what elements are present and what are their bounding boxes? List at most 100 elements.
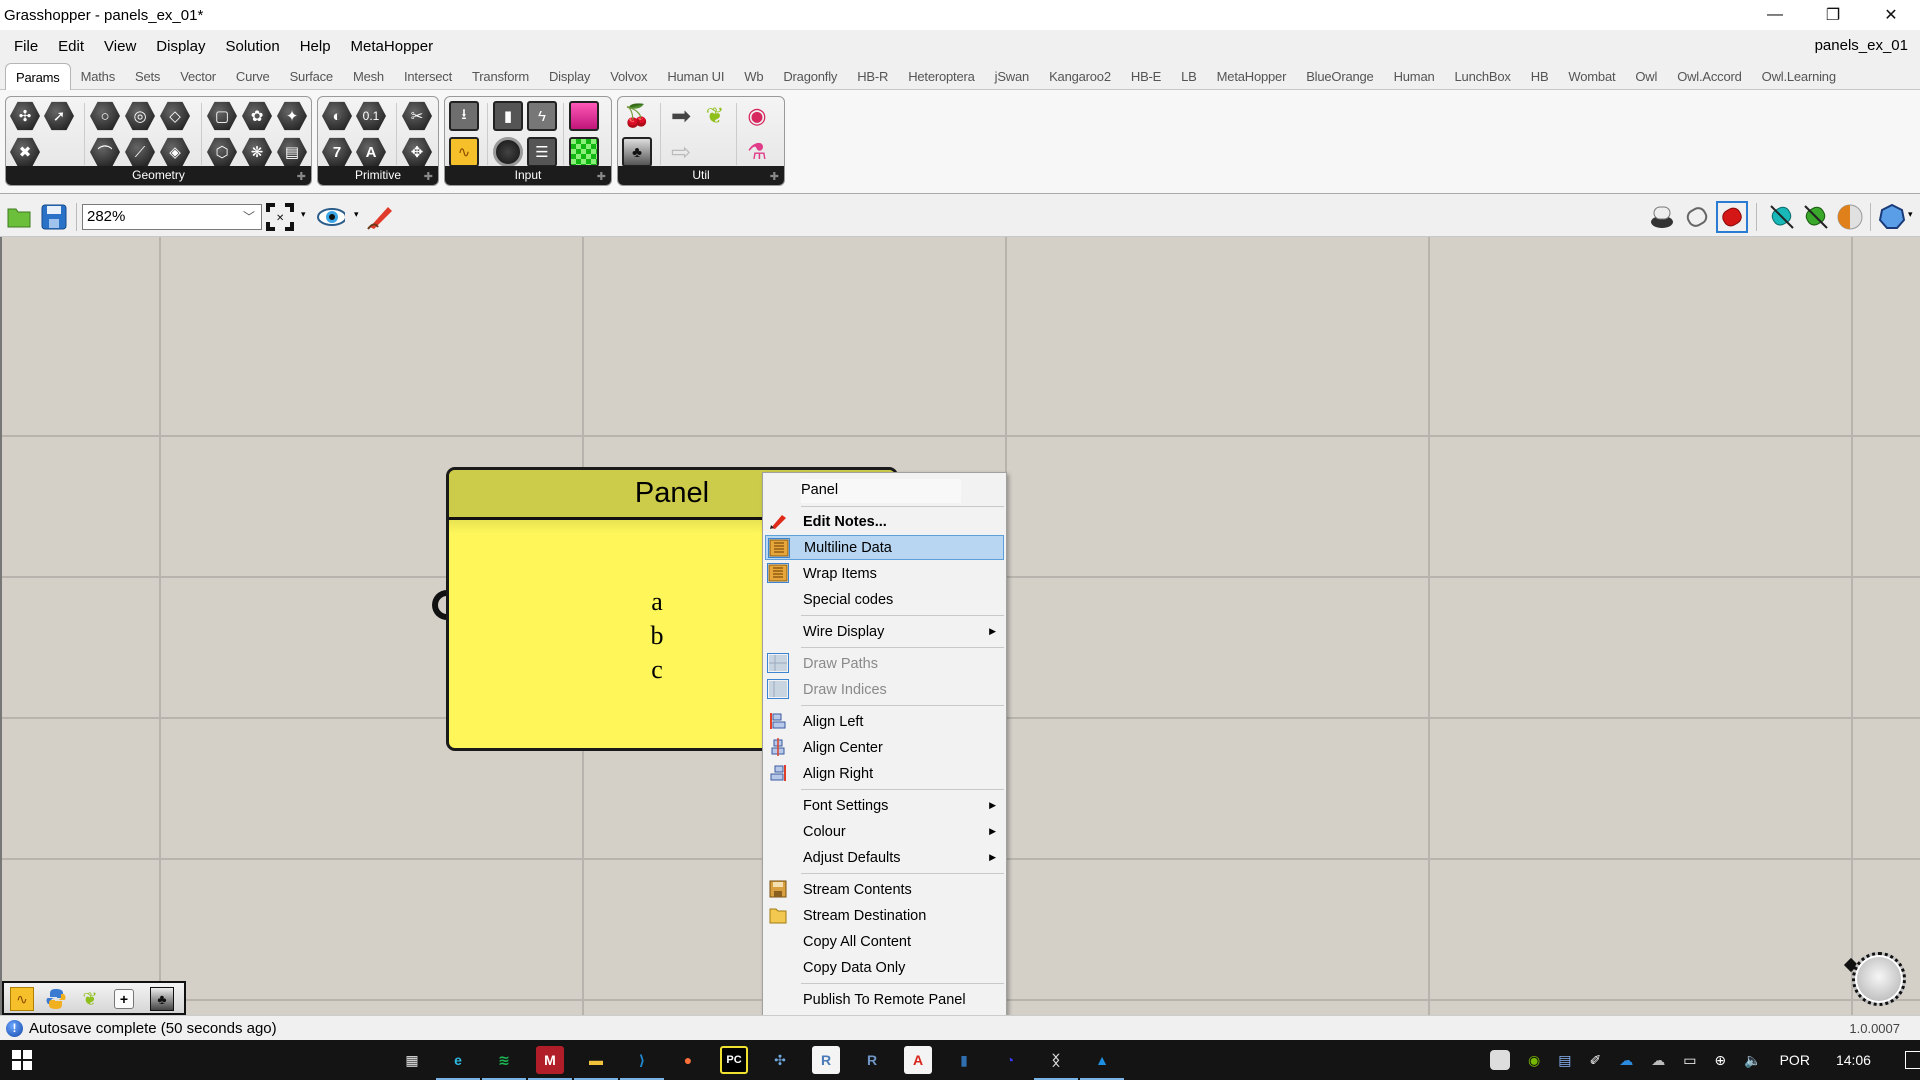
menu-item-multiline-data[interactable]: Multiline Data bbox=[765, 535, 1004, 560]
galapagos-icon[interactable]: ❦ bbox=[78, 987, 102, 1011]
expand-group-icon[interactable]: ✚ bbox=[297, 170, 306, 183]
selected-only-preview-icon[interactable] bbox=[1768, 203, 1796, 231]
no-preview-icon[interactable] bbox=[1648, 203, 1676, 231]
tab-hb-r[interactable]: HB-R bbox=[847, 65, 898, 89]
add-icon[interactable]: + bbox=[114, 989, 134, 1009]
fitness-icon[interactable]: ◉ bbox=[742, 101, 772, 131]
graph-mapper-icon[interactable]: ∿ bbox=[10, 987, 34, 1011]
preview-mesh-settings-icon[interactable] bbox=[1802, 203, 1830, 231]
open-file-icon[interactable] bbox=[5, 203, 33, 231]
screen-share-icon[interactable]: ▤ bbox=[1558, 1052, 1571, 1069]
cursor-app-icon[interactable]: ✐ bbox=[1589, 1052, 1601, 1069]
network-app-icon[interactable]: ✣ bbox=[766, 1046, 794, 1074]
relay-icon[interactable]: ➡ bbox=[666, 101, 696, 131]
sketch-pen-icon[interactable] bbox=[366, 203, 394, 231]
cherry-picker-icon[interactable]: 🍒 bbox=[622, 101, 652, 131]
vscode-icon[interactable]: ⟩ bbox=[628, 1046, 656, 1074]
arc-param-icon[interactable]: ◎ bbox=[125, 101, 155, 131]
tab-human[interactable]: Human bbox=[1384, 65, 1445, 89]
menu-help[interactable]: Help bbox=[290, 38, 341, 55]
clock[interactable]: 14:06 bbox=[1836, 1052, 1871, 1068]
menu-display[interactable]: Display bbox=[146, 38, 215, 55]
menu-view[interactable]: View bbox=[94, 38, 146, 55]
tab-params[interactable]: Params bbox=[5, 63, 71, 90]
r-studio-icon[interactable]: R bbox=[812, 1046, 840, 1074]
integer-param-icon[interactable]: 7 bbox=[322, 137, 352, 167]
vector-param-icon[interactable]: ➚ bbox=[44, 101, 74, 131]
expand-group-icon[interactable]: ✚ bbox=[424, 170, 433, 183]
volume-icon[interactable]: 🔈 bbox=[1744, 1052, 1761, 1069]
tab-owl-learning[interactable]: Owl.Learning bbox=[1752, 65, 1846, 89]
menu-item-colour[interactable]: Colour ▶ bbox=[765, 819, 1004, 844]
menu-item-edit-notes[interactable]: Edit Notes... bbox=[765, 509, 1004, 534]
graph-mapper-icon[interactable]: ∿ bbox=[449, 137, 479, 167]
circle-param-icon[interactable]: ○ bbox=[90, 101, 120, 131]
r-icon[interactable]: R bbox=[858, 1046, 886, 1074]
curve-param-icon[interactable]: ⌒ bbox=[90, 137, 120, 167]
obs-icon[interactable]: ◔ bbox=[996, 1046, 1024, 1074]
mesh-param-icon[interactable]: ⬡ bbox=[207, 137, 237, 167]
preview-eye-icon[interactable] bbox=[317, 203, 345, 231]
tab-dragonfly[interactable]: Dragonfly bbox=[773, 65, 847, 89]
menu-item-copy-all-content[interactable]: Copy All Content bbox=[765, 929, 1004, 954]
tab-wombat[interactable]: Wombat bbox=[1558, 65, 1625, 89]
tab-human-ui[interactable]: Human UI bbox=[657, 65, 734, 89]
context-menu-title[interactable]: Panel bbox=[801, 479, 961, 503]
spotify-icon[interactable]: ≋ bbox=[490, 1046, 518, 1074]
document-preview-settings-icon[interactable] bbox=[1836, 203, 1864, 231]
tab-owl-accord[interactable]: Owl.Accord bbox=[1667, 65, 1751, 89]
plane-param-icon[interactable]: ◇ bbox=[160, 101, 190, 131]
shader-param-icon[interactable]: ✥ bbox=[402, 137, 432, 167]
curve-shape-param-icon[interactable]: ✂ bbox=[402, 101, 432, 131]
gradient-icon[interactable] bbox=[569, 101, 599, 131]
tab-lunchbox[interactable]: LunchBox bbox=[1445, 65, 1521, 89]
surface-param-icon[interactable]: ✦ bbox=[277, 101, 307, 131]
file-explorer-icon[interactable]: ▬ bbox=[582, 1046, 610, 1074]
tree-icon[interactable]: ♣ bbox=[622, 137, 652, 167]
galapagos-icon[interactable]: ❦ bbox=[700, 101, 730, 131]
tab-kangaroo2[interactable]: Kangaroo2 bbox=[1039, 65, 1121, 89]
sketchup-icon[interactable]: ▮ bbox=[950, 1046, 978, 1074]
google-drive-icon[interactable] bbox=[1490, 1050, 1510, 1070]
shaded-preview-icon[interactable] bbox=[1716, 201, 1748, 233]
menu-solution[interactable]: Solution bbox=[215, 38, 289, 55]
menu-item-align-center[interactable]: Align Center bbox=[765, 735, 1004, 760]
zoom-dropdown-arrow-icon[interactable]: ▾ bbox=[301, 209, 306, 220]
value-list-icon[interactable]: ☰ bbox=[527, 137, 557, 167]
tab-jswan[interactable]: jSwan bbox=[985, 65, 1039, 89]
menu-item-font-settings[interactable]: Font Settings ▶ bbox=[765, 793, 1004, 818]
menu-metahopper[interactable]: MetaHopper bbox=[341, 38, 444, 55]
firefox-icon[interactable]: ● bbox=[674, 1046, 702, 1074]
menu-item-copy-data-only[interactable]: Copy Data Only bbox=[765, 955, 1004, 980]
tab-hb[interactable]: HB bbox=[1521, 65, 1559, 89]
notifications-icon[interactable] bbox=[1904, 1051, 1920, 1069]
brep-param-icon[interactable]: ✿ bbox=[242, 101, 272, 131]
toggle-icon[interactable]: ▮ bbox=[493, 101, 523, 131]
onedrive-icon[interactable]: ☁ bbox=[1619, 1052, 1633, 1069]
acrobat-icon[interactable]: A bbox=[904, 1046, 932, 1074]
network-icon[interactable]: ⊕ bbox=[1714, 1052, 1726, 1069]
number-slider-icon[interactable]: ϟ bbox=[527, 101, 557, 131]
rhino-icon[interactable]: ᛝ bbox=[1042, 1046, 1070, 1074]
tab-wb[interactable]: Wb bbox=[734, 65, 773, 89]
expand-group-icon[interactable]: ✚ bbox=[597, 170, 606, 183]
tab-hb-e[interactable]: HB-E bbox=[1121, 65, 1171, 89]
tab-curve[interactable]: Curve bbox=[226, 65, 280, 89]
menu-item-special-codes[interactable]: Special codes bbox=[765, 587, 1004, 612]
battery-icon[interactable]: ▭ bbox=[1683, 1052, 1696, 1069]
preview-dropdown-arrow-icon[interactable]: ▾ bbox=[354, 209, 359, 220]
tab-heteroptera[interactable]: Heteroptera bbox=[898, 65, 984, 89]
restore-button[interactable]: ❐ bbox=[1804, 0, 1862, 30]
point-param-icon[interactable]: ✣ bbox=[10, 101, 40, 131]
menu-item-align-right[interactable]: Align Right bbox=[765, 761, 1004, 786]
number-param-icon[interactable]: 0.1 bbox=[356, 101, 386, 131]
close-button[interactable]: ✕ bbox=[1862, 0, 1920, 30]
menu-item-align-left[interactable]: Align Left bbox=[765, 709, 1004, 734]
twisted-box-param-icon[interactable]: ▤ bbox=[277, 137, 307, 167]
windows-start-icon[interactable] bbox=[8, 1046, 36, 1074]
tree-icon[interactable]: ♣ bbox=[150, 987, 174, 1011]
edge-icon[interactable]: e bbox=[444, 1046, 472, 1074]
menu-item-wire-display[interactable]: Wire Display ▶ bbox=[765, 619, 1004, 644]
menu-item-adjust-defaults[interactable]: Adjust Defaults ▶ bbox=[765, 845, 1004, 870]
colour-swatch-icon[interactable] bbox=[569, 137, 599, 167]
